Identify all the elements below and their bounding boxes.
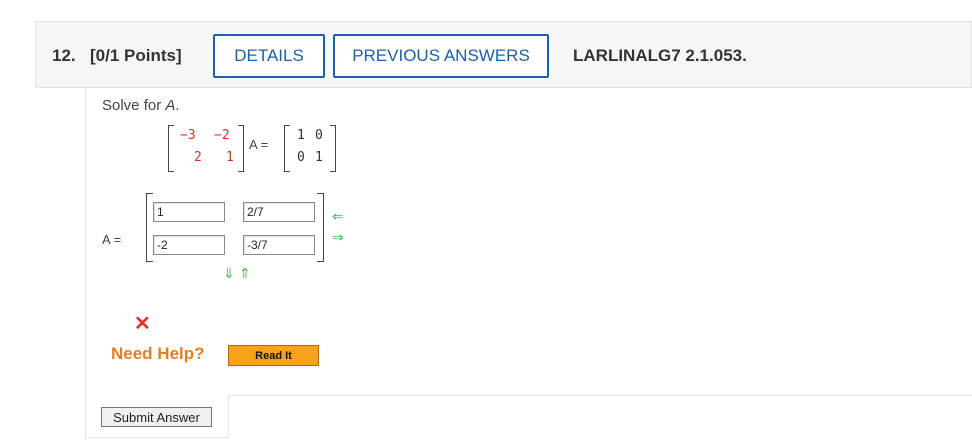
matrix-left-cell: −2 (214, 128, 230, 143)
details-button[interactable]: DETAILS (213, 34, 325, 78)
left-bracket (168, 125, 174, 172)
points-label: [0/1 Points] (90, 46, 182, 65)
right-bracket (330, 125, 336, 172)
answer-left-bracket (146, 193, 153, 262)
add-row-arrow-icon[interactable]: ⇓ (223, 266, 235, 280)
incorrect-icon: ✕ (134, 313, 151, 335)
previous-answers-button[interactable]: PREVIOUS ANSWERS (333, 34, 549, 78)
answer-cell-input[interactable]: -2 (153, 235, 225, 255)
remove-row-arrow-icon[interactable]: ⇑ (239, 266, 251, 280)
answer-cell-input[interactable]: 2/7 (243, 202, 315, 222)
matrix-left-cell: 1 (226, 150, 234, 165)
remove-column-arrow-icon[interactable]: ⇐ (332, 209, 344, 223)
need-help-label: Need Help? (111, 344, 205, 363)
add-column-arrow-icon[interactable]: ⇒ (332, 230, 344, 244)
right-bracket (238, 125, 244, 172)
problem-prompt: Solve for A. (102, 97, 180, 114)
question-number: 12. (52, 46, 76, 65)
divider (229, 395, 972, 396)
matrix-right-cell: 1 (297, 128, 305, 143)
read-it-button[interactable]: Read It (228, 345, 319, 366)
matrix-right-cell: 0 (297, 150, 305, 165)
matrix-left-cell: −3 (180, 128, 196, 143)
answer-cell-input[interactable]: -3/7 (243, 235, 315, 255)
matrix-right-cell: 0 (315, 128, 323, 143)
answer-cell-input[interactable]: 1 (153, 202, 225, 222)
a-equals: A = (249, 137, 269, 152)
matrix-left-cell: 2 (194, 150, 202, 165)
answer-label: A = (102, 232, 122, 247)
matrix-right-cell: 1 (315, 150, 323, 165)
left-bracket (284, 125, 290, 172)
submit-answer-button[interactable]: Submit Answer (101, 407, 212, 427)
question-header: 12. [0/1 Points] DETAILS PREVIOUS ANSWER… (35, 21, 972, 88)
answer-right-bracket (317, 193, 324, 262)
assignment-code: LARLINALG7 2.1.053. (573, 46, 747, 65)
